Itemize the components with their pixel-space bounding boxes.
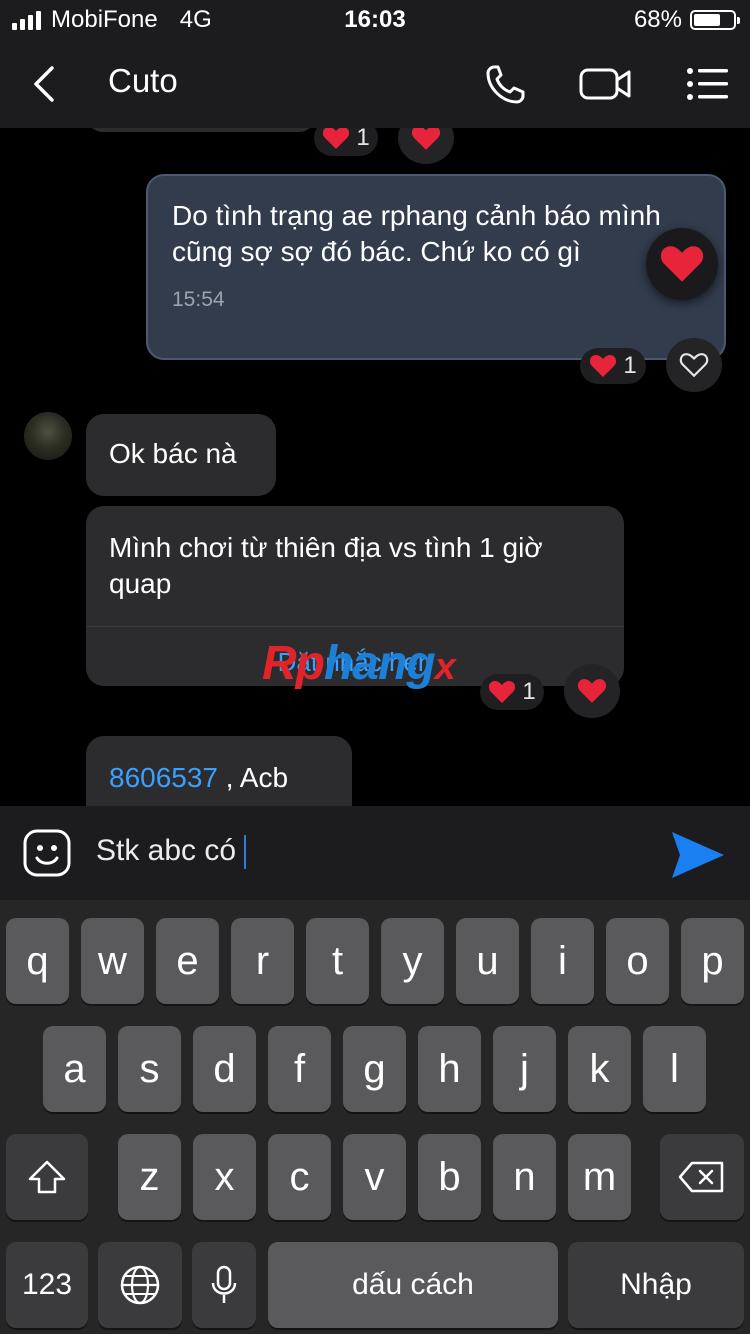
- send-icon[interactable]: [668, 828, 726, 882]
- key-w[interactable]: w: [81, 918, 144, 1004]
- chat-header: Cuto: [0, 40, 750, 128]
- battery-percent: 68%: [633, 6, 682, 33]
- message-input[interactable]: Stk abc có: [96, 834, 247, 870]
- key-o[interactable]: o: [606, 918, 669, 1004]
- message-list[interactable]: 1 Do tình trạng ae rphang cảnh báo mình …: [0, 128, 750, 806]
- shift-icon: [28, 1160, 66, 1194]
- reaction-summary[interactable]: 1: [580, 348, 646, 384]
- key-d[interactable]: d: [193, 1026, 256, 1112]
- key-u[interactable]: u: [456, 918, 519, 1004]
- key-v[interactable]: v: [343, 1134, 406, 1220]
- key-r[interactable]: r: [231, 918, 294, 1004]
- bubble-divider: [86, 626, 624, 627]
- key-k[interactable]: k: [568, 1026, 631, 1112]
- globe-icon: [120, 1265, 160, 1305]
- battery-icon: [690, 10, 740, 30]
- microphone-icon: [211, 1265, 237, 1303]
- message-bubble-sent[interactable]: Do tình trạng ae rphang cảnh báo mình cũ…: [146, 174, 726, 360]
- watermark-logo: Rphangx: [262, 637, 456, 690]
- account-number-link[interactable]: 8606537: [109, 762, 218, 793]
- chat-title[interactable]: Cuto: [108, 62, 178, 100]
- status-right: 68%: [633, 6, 740, 34]
- heart-icon: [411, 128, 441, 150]
- microphone-key[interactable]: [192, 1242, 256, 1328]
- key-m[interactable]: m: [568, 1134, 631, 1220]
- video-call-icon[interactable]: [578, 62, 634, 106]
- globe-key[interactable]: [98, 1242, 182, 1328]
- key-n[interactable]: n: [493, 1134, 556, 1220]
- return-key[interactable]: Nhập: [568, 1242, 744, 1328]
- key-e[interactable]: e: [156, 918, 219, 1004]
- sticker-emoji-icon[interactable]: [22, 828, 72, 878]
- backspace-key[interactable]: [660, 1134, 744, 1220]
- reaction-count: 1: [623, 352, 637, 379]
- big-heart-reaction[interactable]: [646, 228, 718, 300]
- avatar[interactable]: [24, 412, 72, 460]
- numbers-key[interactable]: 123: [6, 1242, 88, 1328]
- reaction-count: 1: [522, 678, 536, 705]
- keyboard: qwertyuiop asdfghjkl zxcvbnm 123 dấu các…: [0, 900, 750, 1334]
- key-l[interactable]: l: [643, 1026, 706, 1112]
- phone-icon[interactable]: [482, 62, 532, 106]
- space-key[interactable]: dấu cách: [268, 1242, 558, 1328]
- message-text: , Acb: [218, 762, 289, 793]
- key-g[interactable]: g: [343, 1026, 406, 1112]
- key-i[interactable]: i: [531, 918, 594, 1004]
- react-button[interactable]: [564, 664, 620, 718]
- message-bubble-received[interactable]: 8606537 , Acb: [86, 736, 352, 806]
- key-f[interactable]: f: [268, 1026, 331, 1112]
- heart-outline-icon: [679, 353, 709, 378]
- composer-bar: Stk abc có: [0, 806, 750, 900]
- key-p[interactable]: p: [681, 918, 744, 1004]
- message-text: Do tình trạng ae rphang cảnh báo mình cũ…: [172, 200, 661, 267]
- menu-list-icon[interactable]: [684, 62, 734, 106]
- key-j[interactable]: j: [493, 1026, 556, 1112]
- heart-icon: [660, 246, 704, 282]
- message-text: Ok bác nà: [109, 438, 237, 469]
- reaction-summary[interactable]: 1: [480, 674, 544, 710]
- reaction-count: 1: [356, 128, 370, 151]
- message-time: 15:54: [172, 288, 225, 311]
- previous-message-bubble[interactable]: [86, 128, 316, 132]
- key-h[interactable]: h: [418, 1026, 481, 1112]
- heart-icon: [577, 679, 607, 703]
- shift-key[interactable]: [6, 1134, 88, 1220]
- heart-icon: [489, 681, 516, 703]
- key-z[interactable]: z: [118, 1134, 181, 1220]
- back-icon[interactable]: [26, 62, 66, 106]
- key-t[interactable]: t: [306, 918, 369, 1004]
- backspace-icon: [678, 1161, 724, 1193]
- reaction-summary[interactable]: 1: [314, 128, 378, 156]
- heart-icon: [590, 355, 617, 377]
- message-bubble-received[interactable]: Ok bác nà: [86, 414, 276, 496]
- react-button[interactable]: [398, 128, 454, 164]
- key-y[interactable]: y: [381, 918, 444, 1004]
- react-button[interactable]: [666, 338, 722, 392]
- heart-icon: [323, 128, 350, 149]
- key-q[interactable]: q: [6, 918, 69, 1004]
- key-s[interactable]: s: [118, 1026, 181, 1112]
- key-a[interactable]: a: [43, 1026, 106, 1112]
- key-x[interactable]: x: [193, 1134, 256, 1220]
- status-bar: MobiFone 4G 16:03 68%: [0, 0, 750, 40]
- key-c[interactable]: c: [268, 1134, 331, 1220]
- key-b[interactable]: b: [418, 1134, 481, 1220]
- message-text: Mình chơi từ thiên địa vs tình 1 giờ qua…: [109, 532, 543, 599]
